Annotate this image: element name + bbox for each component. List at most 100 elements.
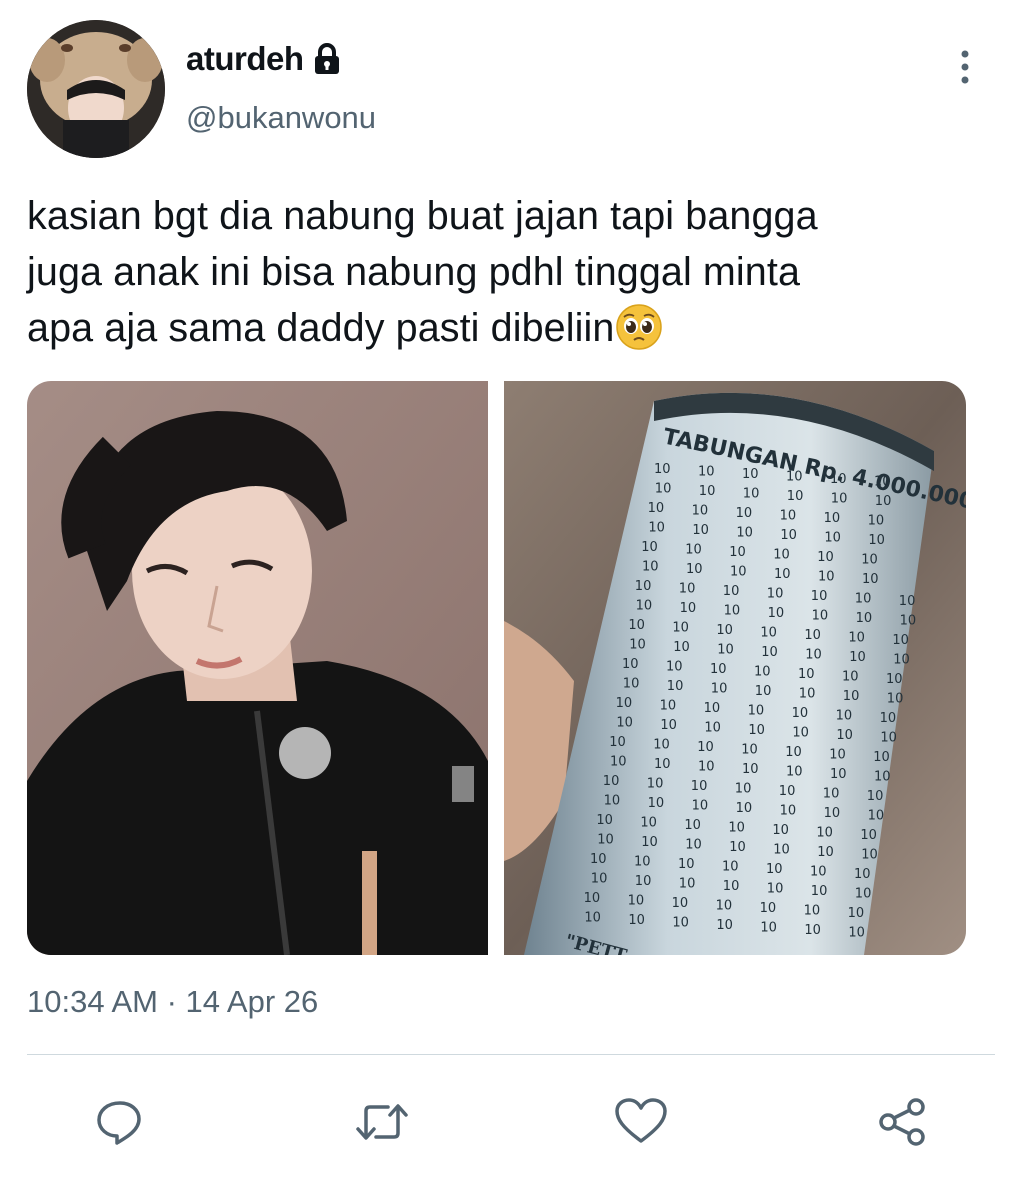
can-cell-text: 10 [861, 553, 878, 568]
display-name-text: aturdeh [186, 40, 304, 77]
share-button[interactable] [873, 1092, 933, 1152]
can-cell-text: 10 [692, 504, 709, 519]
timestamp[interactable]: 10:34 AM · 14 Apr 26 [27, 984, 318, 1020]
can-cell-text: 10 [616, 716, 633, 731]
can-cell-text: 10 [893, 653, 910, 668]
media-photo-2[interactable]: TABUNGAN Rp. 4.000.000 10 10 10 10 10 10 10 10 1… [504, 381, 966, 955]
can-cell-text: 10 [699, 484, 716, 499]
can-cell-text: 10 [730, 565, 747, 580]
retweet-icon [356, 1104, 408, 1140]
share-icon [879, 1098, 925, 1146]
can-cell-text: 10 [887, 692, 904, 707]
can-cell-text: 10 [810, 865, 827, 880]
display-name[interactable]: aturdeh [186, 40, 342, 78]
savings-can-photo: TABUNGAN Rp. 4.000.000 10 10 10 10 10 1010 10 1… [504, 381, 966, 955]
can-cell-text: 10 [723, 879, 740, 894]
can-cell-text: 10 [772, 823, 789, 838]
can-cell-text: 10 [641, 835, 658, 850]
can-cell-text: 10 [779, 784, 796, 799]
can-cell-text: 10 [609, 735, 626, 750]
can-cell-text: 10 [855, 887, 872, 902]
can-cell-text: 10 [804, 904, 821, 919]
can-cell-text: 10 [741, 743, 758, 758]
can-cell-text: 10 [786, 470, 803, 485]
can-cell-text: 10 [830, 767, 847, 782]
can-cell-text: 10 [868, 533, 885, 548]
tweet-text: kasian bgt dia nabung buat jajan tapi ba… [27, 188, 987, 356]
can-cell-text: 10 [760, 901, 777, 916]
can-cell-text: 10 [848, 906, 865, 921]
can-cell-text: 10 [704, 701, 721, 716]
like-button[interactable] [611, 1092, 671, 1152]
can-cell-text: 10 [635, 579, 652, 594]
can-cell-text: 10 [829, 748, 846, 763]
can-cell-text: 10 [660, 718, 677, 733]
reply-button[interactable] [90, 1092, 150, 1152]
more-options-icon[interactable] [950, 48, 980, 88]
can-cell-text: 10 [729, 840, 746, 855]
can-cell-text: 10 [843, 689, 860, 704]
can-cell-text: 10 [635, 874, 652, 889]
can-cell-text: 10 [900, 614, 917, 629]
can-cell-text: 10 [773, 548, 790, 563]
retweet-button[interactable] [352, 1092, 412, 1152]
can-cell-text: 10 [716, 623, 733, 638]
can-cell-text: 10 [805, 648, 822, 663]
handle[interactable]: @bukanwonu [186, 100, 376, 136]
can-cell-text: 10 [792, 706, 809, 721]
can-cell-text: 10 [692, 799, 709, 814]
can-cell-text: 10 [812, 609, 829, 624]
can-cell-text: 10 [875, 494, 892, 509]
can-cell-text: 10 [698, 760, 715, 775]
can-cell-text: 10 [622, 657, 639, 672]
can-cell-text: 10 [724, 604, 741, 619]
can-cell-text: 10 [636, 599, 653, 614]
can-cell-text: 10 [786, 765, 803, 780]
pleading-face-emoji [615, 303, 663, 351]
can-cell-text: 10 [873, 750, 890, 765]
can-cell-text: 10 [780, 509, 797, 524]
can-cell-text: 10 [874, 770, 891, 785]
tweet-line-3-text: apa aja sama daddy pasti dibeliin [27, 306, 615, 350]
can-cell-text: 10 [836, 709, 853, 724]
can-cell-text: 10 [597, 833, 614, 848]
can-cell-text: 10 [655, 482, 672, 497]
can-cell-text: 10 [648, 796, 665, 811]
can-cell-text: 10 [842, 670, 859, 685]
can-cell-text: 10 [628, 894, 645, 909]
reply-icon [97, 1101, 141, 1145]
can-cell-text: 10 [767, 587, 784, 602]
can-cell-text: 10 [824, 531, 841, 546]
can-cell-text: 10 [899, 594, 916, 609]
media-photo-1[interactable] [27, 381, 488, 955]
can-cell-text: 10 [711, 682, 728, 697]
can-cell-text: 10 [854, 867, 871, 882]
can-cell-text: 10 [704, 721, 721, 736]
can-cell-text: 10 [774, 567, 791, 582]
can-cell-text: 10 [768, 606, 785, 621]
can-cell-text: 10 [723, 584, 740, 599]
can-cell-text: 10 [736, 526, 753, 541]
can-cell-text: 10 [811, 589, 828, 604]
can-cell-text: 10 [729, 545, 746, 560]
can-cell-text: 10 [868, 514, 885, 529]
can-cell-text: 10 [596, 813, 613, 828]
avatar[interactable] [27, 20, 165, 158]
can-cell-text: 10 [648, 501, 665, 516]
can-cell-text: 10 [760, 626, 777, 641]
can-cell-text: 10 [648, 521, 665, 536]
can-cell-text: 10 [799, 687, 816, 702]
can-cell-text: 10 [685, 543, 702, 558]
tweet-line-3: apa aja sama daddy pasti dibeliin [27, 300, 987, 356]
can-cell-text: 10 [804, 923, 821, 938]
can-cell-text: 10 [868, 809, 885, 824]
can-cell-text: 10 [654, 462, 671, 477]
can-cell-text: 10 [855, 592, 872, 607]
can-cell-text: 10 [716, 899, 733, 914]
can-cell-text: 10 [742, 467, 759, 482]
can-cell-text: 10 [603, 774, 620, 789]
can-cell-text: 10 [634, 855, 651, 870]
can-cell-text: 10 [748, 723, 765, 738]
can-cell-text: 10 [722, 860, 739, 875]
can-cell-text: 10 [748, 704, 765, 719]
